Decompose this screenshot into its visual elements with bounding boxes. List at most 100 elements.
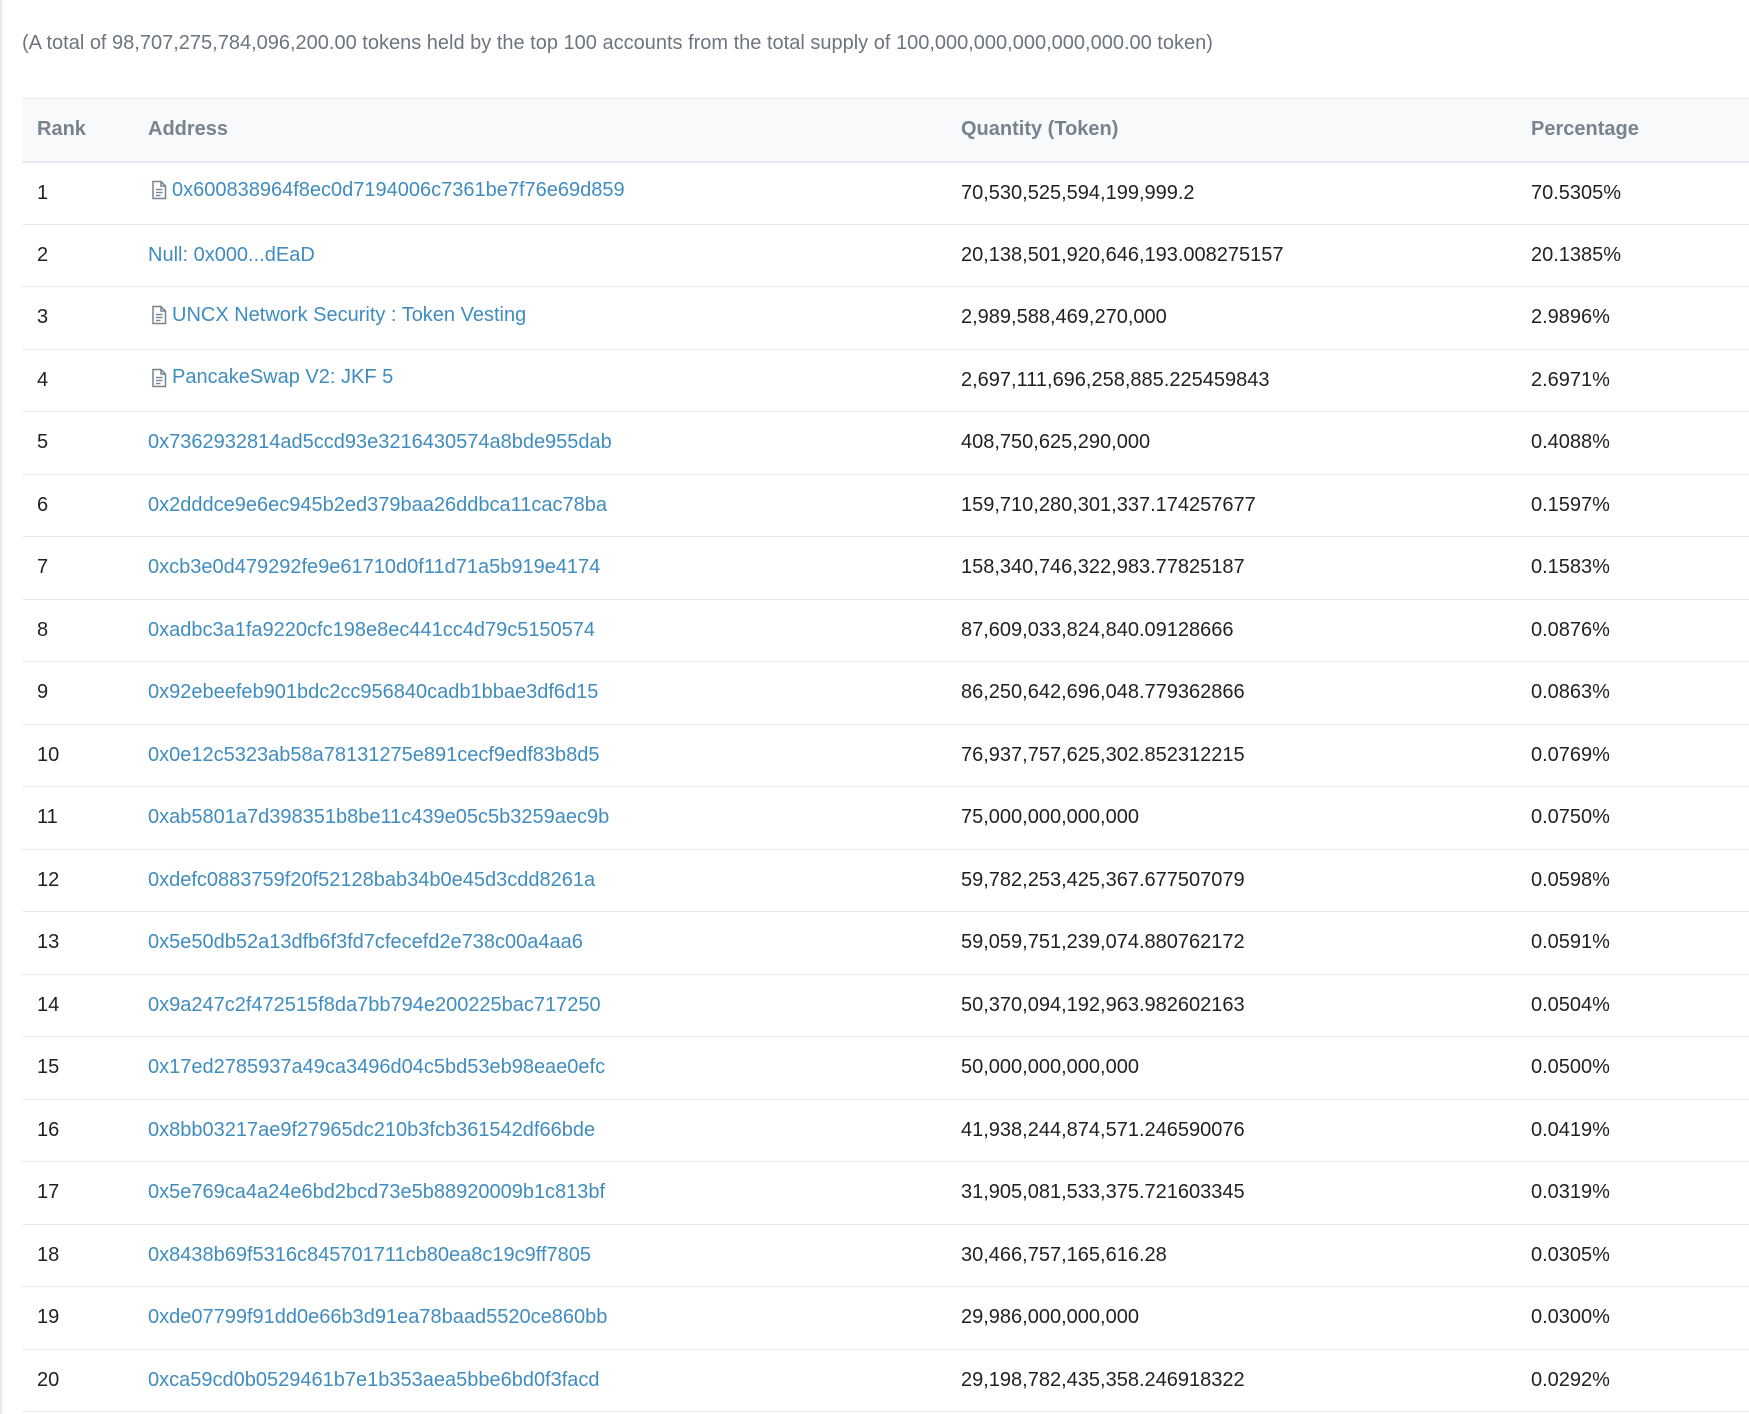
- rank-cell: 18: [22, 1224, 148, 1287]
- quantity-cell: 29,986,000,000,000: [961, 1286, 1531, 1350]
- rank-cell: 20: [22, 1349, 148, 1412]
- address-wrap: 0x600838964f8ec0d7194006c7361be7f76e69d8…: [148, 179, 625, 202]
- rank-cell: 12: [22, 849, 148, 912]
- table-row: 8 0xadbc3a1fa9220cfc198e8ec441cc4d79c515…: [22, 599, 1749, 662]
- address-link[interactable]: 0x7362932814ad5ccd93e3216430574a8bde955d…: [148, 431, 612, 454]
- address-wrap: UNCX Network Security : Token Vesting: [148, 304, 526, 327]
- quantity-cell: 2,989,588,469,270,000: [961, 286, 1531, 350]
- quantity-cell: 75,000,000,000,000: [961, 786, 1531, 850]
- table-row: 5 0x7362932814ad5ccd93e3216430574a8bde95…: [22, 411, 1749, 475]
- contract-document-icon: [148, 304, 170, 326]
- rank-cell: 9: [22, 661, 148, 725]
- address-link[interactable]: 0x600838964f8ec0d7194006c7361be7f76e69d8…: [172, 179, 625, 202]
- quantity-cell: 59,782,253,425,367.677507079: [961, 849, 1531, 912]
- address-wrap: 0x8bb03217ae9f27965dc210b3fcb361542df66b…: [148, 1119, 595, 1142]
- table-row: 9 0x92ebeefeb901bdc2cc956840cadb1bbae3df…: [22, 661, 1749, 725]
- address-wrap: Null: 0x000...dEaD: [148, 244, 315, 267]
- address-cell: 0x17ed2785937a49ca3496d04c5bd53eb98eae0e…: [148, 1036, 961, 1100]
- address-wrap: 0xadbc3a1fa9220cfc198e8ec441cc4d79c51505…: [148, 619, 595, 642]
- address-wrap: 0xdefc0883759f20f52128bab34b0e45d3cdd826…: [148, 869, 595, 892]
- rank-cell: 14: [22, 974, 148, 1037]
- quantity-header: Quantity (Token): [961, 98, 1531, 163]
- rank-cell: 5: [22, 411, 148, 475]
- percentage-cell: 0.1583%: [1531, 536, 1749, 600]
- contract-document-icon: [148, 367, 170, 389]
- percentage-cell: 20.1385%: [1531, 224, 1749, 287]
- quantity-cell: 31,905,081,533,375.721603345: [961, 1161, 1531, 1225]
- table-row: 10 0x0e12c5323ab58a78131275e891cecf9edf8…: [22, 724, 1749, 787]
- address-cell: 0xcb3e0d479292fe9e61710d0f11d71a5b919e41…: [148, 536, 961, 600]
- percentage-cell: 70.5305%: [1531, 161, 1749, 225]
- percentage-cell: 0.0292%: [1531, 1349, 1749, 1412]
- table-row: 12 0xdefc0883759f20f52128bab34b0e45d3cdd…: [22, 849, 1749, 912]
- address-cell: 0x8bb03217ae9f27965dc210b3fcb361542df66b…: [148, 1099, 961, 1162]
- address-wrap: 0x92ebeefeb901bdc2cc956840cadb1bbae3df6d…: [148, 681, 598, 704]
- address-link[interactable]: 0x5e769ca4a24e6bd2bcd73e5b88920009b1c813…: [148, 1181, 605, 1204]
- address-cell: 0x7362932814ad5ccd93e3216430574a8bde955d…: [148, 411, 961, 475]
- rank-cell: 7: [22, 536, 148, 600]
- percentage-cell: 0.0598%: [1531, 849, 1749, 912]
- quantity-cell: 20,138,501,920,646,193.008275157: [961, 224, 1531, 287]
- address-link[interactable]: 0x17ed2785937a49ca3496d04c5bd53eb98eae0e…: [148, 1056, 605, 1079]
- percentage-cell: 0.0419%: [1531, 1099, 1749, 1162]
- address-link[interactable]: 0x0e12c5323ab58a78131275e891cecf9edf83b8…: [148, 744, 600, 767]
- address-link[interactable]: 0xab5801a7d398351b8be11c439e05c5b3259aec…: [148, 806, 609, 829]
- address-cell: 0x5e769ca4a24e6bd2bcd73e5b88920009b1c813…: [148, 1161, 961, 1225]
- address-cell: 0xadbc3a1fa9220cfc198e8ec441cc4d79c51505…: [148, 599, 961, 662]
- address-cell: 0xde07799f91dd0e66b3d91ea78baad5520ce860…: [148, 1286, 961, 1350]
- address-cell: 0x600838964f8ec0d7194006c7361be7f76e69d8…: [148, 161, 961, 225]
- table-row: 11 0xab5801a7d398351b8be11c439e05c5b3259…: [22, 786, 1749, 850]
- address-link[interactable]: 0xadbc3a1fa9220cfc198e8ec441cc4d79c51505…: [148, 619, 595, 642]
- address-wrap: 0x5e769ca4a24e6bd2bcd73e5b88920009b1c813…: [148, 1181, 605, 1204]
- percentage-cell: 0.0863%: [1531, 661, 1749, 725]
- rank-cell: 8: [22, 599, 148, 662]
- quantity-cell: 29,198,782,435,358.246918322: [961, 1349, 1531, 1412]
- address-wrap: 0xca59cd0b0529461b7e1b353aea5bbe6bd0f3fa…: [148, 1369, 600, 1392]
- rank-cell: 16: [22, 1099, 148, 1162]
- table-row: 20 0xca59cd0b0529461b7e1b353aea5bbe6bd0f…: [22, 1349, 1749, 1412]
- address-link[interactable]: PancakeSwap V2: JKF 5: [172, 366, 393, 389]
- quantity-cell: 50,000,000,000,000: [961, 1036, 1531, 1100]
- address-link[interactable]: 0x92ebeefeb901bdc2cc956840cadb1bbae3df6d…: [148, 681, 598, 704]
- quantity-cell: 408,750,625,290,000: [961, 411, 1531, 475]
- address-cell: Null: 0x000...dEaD: [148, 224, 961, 287]
- table-row: 16 0x8bb03217ae9f27965dc210b3fcb361542df…: [22, 1099, 1749, 1162]
- address-link[interactable]: 0x5e50db52a13dfb6f3fd7cfecefd2e738c00a4a…: [148, 931, 583, 954]
- quantity-cell: 59,059,751,239,074.880762172: [961, 911, 1531, 975]
- address-link[interactable]: 0x8438b69f5316c845701711cb80ea8c19c9ff78…: [148, 1244, 591, 1267]
- address-cell: 0xca59cd0b0529461b7e1b353aea5bbe6bd0f3fa…: [148, 1349, 961, 1412]
- rank-cell: 13: [22, 911, 148, 975]
- address-link[interactable]: 0x9a247c2f472515f8da7bb794e200225bac7172…: [148, 994, 601, 1017]
- percentage-cell: 0.0876%: [1531, 599, 1749, 662]
- address-wrap: 0x9a247c2f472515f8da7bb794e200225bac7172…: [148, 994, 601, 1017]
- address-link[interactable]: 0x8bb03217ae9f27965dc210b3fcb361542df66b…: [148, 1119, 595, 1142]
- token-holders-page: (A total of 98,707,275,784,096,200.00 to…: [0, 0, 1749, 1414]
- table-row: 17 0x5e769ca4a24e6bd2bcd73e5b88920009b1c…: [22, 1161, 1749, 1225]
- address-link[interactable]: 0xcb3e0d479292fe9e61710d0f11d71a5b919e41…: [148, 556, 600, 579]
- rank-cell: 2: [22, 224, 148, 287]
- percentage-cell: 0.0500%: [1531, 1036, 1749, 1100]
- address-wrap: PancakeSwap V2: JKF 5: [148, 366, 393, 389]
- table-body: 1 0x600838964f8ec0d7194006c7361be7f76e69…: [22, 161, 1749, 1412]
- table-row: 18 0x8438b69f5316c845701711cb80ea8c19c9f…: [22, 1224, 1749, 1287]
- address-link[interactable]: 0xca59cd0b0529461b7e1b353aea5bbe6bd0f3fa…: [148, 1369, 600, 1392]
- quantity-cell: 2,697,111,696,258,885.225459843: [961, 349, 1531, 412]
- address-link[interactable]: Null: 0x000...dEaD: [148, 244, 315, 267]
- quantity-cell: 87,609,033,824,840.09128666: [961, 599, 1531, 662]
- rank-cell: 1: [22, 161, 148, 225]
- address-link[interactable]: 0xdefc0883759f20f52128bab34b0e45d3cdd826…: [148, 869, 595, 892]
- address-cell: PancakeSwap V2: JKF 5: [148, 349, 961, 412]
- address-link[interactable]: 0x2dddce9e6ec945b2ed379baa26ddbca11cac78…: [148, 494, 607, 517]
- address-wrap: 0xcb3e0d479292fe9e61710d0f11d71a5b919e41…: [148, 556, 600, 579]
- address-link[interactable]: UNCX Network Security : Token Vesting: [172, 304, 526, 327]
- table-row: 15 0x17ed2785937a49ca3496d04c5bd53eb98ea…: [22, 1036, 1749, 1100]
- address-cell: 0x92ebeefeb901bdc2cc956840cadb1bbae3df6d…: [148, 661, 961, 725]
- quantity-cell: 41,938,244,874,571.246590076: [961, 1099, 1531, 1162]
- table-row: 7 0xcb3e0d479292fe9e61710d0f11d71a5b919e…: [22, 536, 1749, 600]
- holders-table: Rank Address Quantity (Token) Percentage…: [22, 98, 1749, 1412]
- address-cell: 0xdefc0883759f20f52128bab34b0e45d3cdd826…: [148, 849, 961, 912]
- percentage-cell: 0.0591%: [1531, 911, 1749, 975]
- quantity-cell: 86,250,642,696,048.779362866: [961, 661, 1531, 725]
- address-link[interactable]: 0xde07799f91dd0e66b3d91ea78baad5520ce860…: [148, 1306, 607, 1329]
- holders-summary: (A total of 98,707,275,784,096,200.00 to…: [22, 32, 1213, 54]
